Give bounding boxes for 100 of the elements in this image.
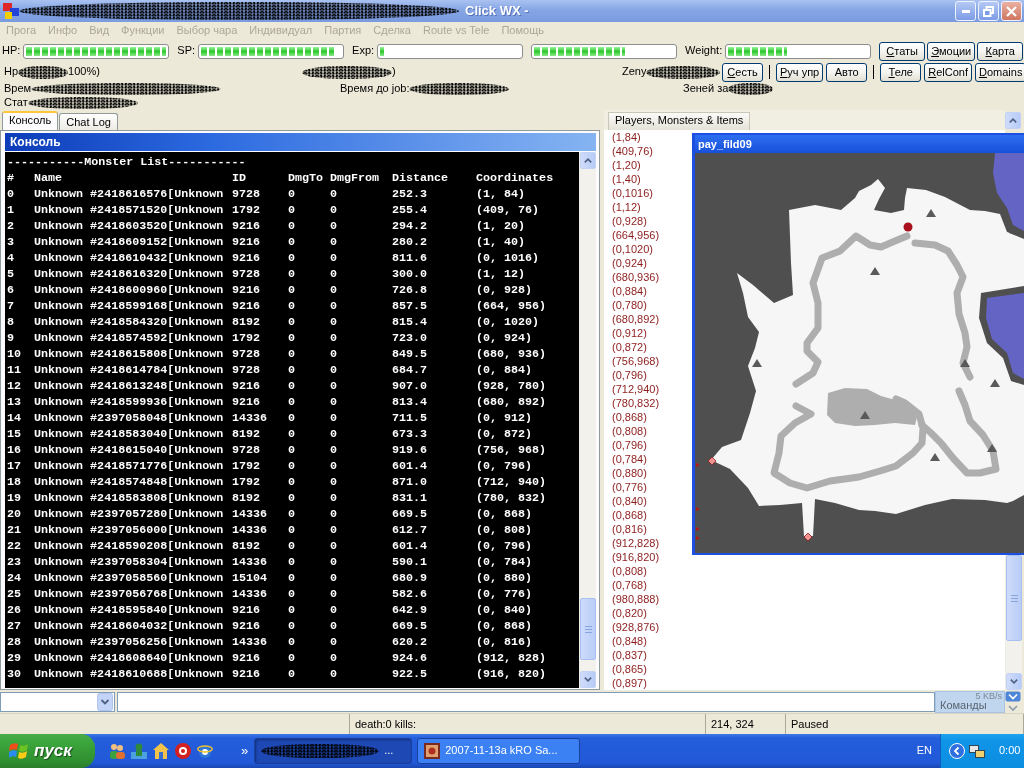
table-cell-text: 0 bbox=[330, 202, 338, 218]
taskbar-button[interactable]: ... bbox=[254, 738, 413, 764]
list-item[interactable]: (980,888) bbox=[612, 592, 660, 606]
toolbar-button[interactable]: Эмоции bbox=[927, 41, 976, 61]
column-header: # bbox=[7, 170, 15, 186]
scrollbar[interactable] bbox=[1005, 555, 1022, 690]
list-item[interactable]: (1,84) bbox=[612, 130, 641, 144]
list-item[interactable]: (0,872) bbox=[612, 340, 647, 354]
list-item[interactable]: (916,820) bbox=[612, 550, 660, 564]
list-item[interactable]: (0,848) bbox=[612, 634, 647, 648]
table-cell-text: (1, 84) bbox=[476, 186, 527, 202]
ring-icon[interactable] bbox=[175, 743, 191, 759]
list-item[interactable]: (0,796) bbox=[612, 438, 647, 452]
toolbar-button[interactable]: Руч упр bbox=[776, 62, 824, 82]
list-item[interactable]: (0,884) bbox=[612, 284, 647, 298]
start-button[interactable]: пуск bbox=[0, 734, 95, 768]
list-item[interactable]: (0,924) bbox=[612, 256, 647, 270]
table-cell-text: 922.5 bbox=[392, 666, 429, 682]
toolbar-button[interactable]: RelConf bbox=[924, 62, 972, 82]
table-cell-text: 0 bbox=[288, 506, 296, 522]
table-cell-text: (780, 832) bbox=[476, 490, 548, 506]
list-item[interactable]: (0,840) bbox=[612, 494, 647, 508]
list-item[interactable]: (680,936) bbox=[612, 270, 660, 284]
list-item[interactable]: (0,780) bbox=[612, 298, 647, 312]
list-item[interactable]: (0,1020) bbox=[612, 242, 653, 256]
scroll-thumb[interactable] bbox=[580, 598, 596, 660]
list-item[interactable]: (0,837) bbox=[612, 648, 647, 662]
list-item[interactable]: (680,892) bbox=[612, 312, 660, 326]
table-cell-text: 811.6 bbox=[392, 250, 429, 266]
toolbar-button[interactable]: Domains bbox=[974, 62, 1024, 82]
scroll-up-button[interactable] bbox=[580, 152, 596, 169]
console-heading: -----------Monster List----------- bbox=[7, 154, 247, 170]
toolbar-button[interactable]: Статы bbox=[879, 41, 926, 61]
table-cell-text: Unknown #2418615040[Unknown bbox=[34, 442, 225, 458]
flag-icon bbox=[9, 742, 29, 760]
list-item[interactable]: (1,12) bbox=[612, 200, 641, 214]
network-icon[interactable] bbox=[969, 743, 985, 759]
scroll-down-button[interactable] bbox=[1006, 673, 1022, 690]
list-item[interactable]: (664,956) bbox=[612, 228, 660, 242]
table-cell-text: 0 bbox=[288, 378, 296, 394]
restore-button[interactable] bbox=[978, 1, 999, 21]
close-button[interactable] bbox=[1001, 1, 1022, 21]
list-item[interactable]: (0,784) bbox=[612, 452, 647, 466]
list-item[interactable]: (928,876) bbox=[612, 620, 660, 634]
orbit-icon[interactable] bbox=[197, 743, 213, 759]
list-item[interactable]: (0,776) bbox=[612, 480, 647, 494]
table-cell-text: 9216 bbox=[232, 650, 262, 666]
list-item[interactable]: (0,816) bbox=[612, 522, 647, 536]
list-item[interactable]: (0,880) bbox=[612, 466, 647, 480]
scroll-up-button[interactable] bbox=[1005, 112, 1021, 129]
list-item[interactable]: (0,796) bbox=[612, 368, 647, 382]
scrollbar[interactable] bbox=[579, 152, 596, 688]
list-item[interactable]: (912,828) bbox=[612, 536, 660, 550]
toolbar-button[interactable]: Сесть bbox=[722, 62, 763, 82]
list-item[interactable]: (0,768) bbox=[612, 578, 647, 592]
people-icon[interactable] bbox=[109, 743, 125, 759]
toolbar-button[interactable]: Авто bbox=[826, 62, 868, 82]
list-item[interactable]: (1,40) bbox=[612, 172, 641, 186]
history-dropdown[interactable] bbox=[0, 691, 115, 712]
minimize-button[interactable] bbox=[955, 1, 976, 21]
figure-icon[interactable] bbox=[131, 743, 147, 759]
command-input[interactable] bbox=[117, 691, 935, 712]
list-item[interactable]: (0,808) bbox=[612, 564, 647, 578]
table-cell-text: 0 bbox=[330, 426, 338, 442]
house-icon[interactable] bbox=[153, 743, 169, 759]
list-item[interactable]: (0,868) bbox=[612, 508, 647, 522]
list-item[interactable]: (0,865) bbox=[612, 662, 647, 676]
table-cell-text: (0, 880) bbox=[476, 570, 534, 586]
list-item[interactable]: (0,820) bbox=[612, 606, 647, 620]
list-item[interactable]: (1,20) bbox=[612, 158, 641, 172]
scroll-thumb[interactable] bbox=[1006, 555, 1022, 641]
list-item[interactable]: (0,808) bbox=[612, 424, 647, 438]
list-item[interactable]: (756,968) bbox=[612, 354, 660, 368]
toolbar-button[interactable]: Теле bbox=[880, 62, 922, 82]
table-cell-text: 9728 bbox=[232, 362, 262, 378]
table-cell-text: 684.7 bbox=[392, 362, 429, 378]
list-item[interactable]: (0,868) bbox=[612, 410, 647, 424]
table-cell-text: 0 bbox=[330, 634, 338, 650]
list-item[interactable]: (0,928) bbox=[612, 214, 647, 228]
language-indicator[interactable]: EN bbox=[916, 744, 932, 758]
toolbar-button[interactable]: Карта bbox=[977, 41, 1024, 61]
taskbar-button[interactable]: 2007-11-13a kRO Sa... bbox=[417, 738, 581, 764]
table-cell-text: (0, 868) bbox=[476, 618, 534, 634]
tab[interactable]: Chat Log bbox=[59, 113, 118, 130]
list-item[interactable]: (0,912) bbox=[612, 326, 647, 340]
more-button[interactable]: » bbox=[241, 744, 249, 758]
list-item[interactable]: (0,897) bbox=[612, 676, 647, 690]
tab[interactable]: Консоль bbox=[2, 111, 59, 130]
list-item[interactable]: (0,1016) bbox=[612, 186, 653, 200]
list-item[interactable]: (780,832) bbox=[612, 396, 660, 410]
chevron-left-icon[interactable] bbox=[949, 743, 965, 759]
list-item[interactable]: (712,940) bbox=[612, 382, 660, 396]
column-header: Coordinates bbox=[476, 170, 555, 186]
table-cell-text: 14336 bbox=[232, 634, 269, 650]
chevron-up-icon bbox=[584, 158, 592, 163]
table-cell-text: Unknown #2418571520[Unknown bbox=[34, 202, 225, 218]
updown-arrows-icon[interactable] bbox=[1005, 690, 1021, 713]
scroll-down-button[interactable] bbox=[580, 671, 596, 688]
tab[interactable]: Players, Monsters & Items bbox=[608, 112, 751, 130]
list-item[interactable]: (409,76) bbox=[612, 144, 653, 158]
